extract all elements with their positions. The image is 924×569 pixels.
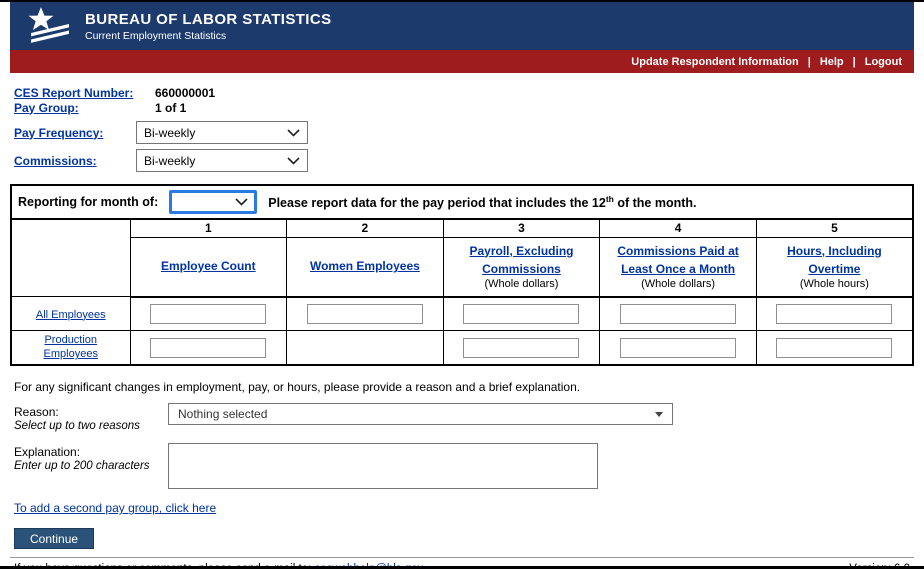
column-number-4: 4 [600,219,757,237]
pay-group-link[interactable]: Pay Group: [14,101,136,115]
explanation-hint: Enter up to 200 characters [14,460,168,472]
commissions-link[interactable]: Commissions: [14,154,136,168]
column-number-3: 3 [443,219,600,237]
nav-separator: | [808,56,811,68]
pay-frequency-select[interactable]: Bi-weekly [136,121,308,144]
all-employees-commissions-input[interactable] [620,304,736,324]
bls-header: BUREAU OF LABOR STATISTICS Current Emplo… [10,2,914,50]
ces-report-number-row: CES Report Number: 660000001 [14,85,910,100]
table-corner-cell [11,219,130,297]
footer-text: If you have questions or comments, pleas… [14,563,311,569]
help-link[interactable]: Help [820,56,844,68]
app-title: BUREAU OF LABOR STATISTICS [85,11,332,28]
production-employees-link[interactable]: Production Employees [30,333,112,362]
explanation-labels: Explanation: Enter up to 200 characters [14,443,168,472]
footer-help-text: If you have questions or comments, pleas… [14,563,423,569]
utility-nav: Update Respondent Information | Help | L… [10,50,914,73]
reporting-month-select[interactable] [169,190,257,214]
column-number-2: 2 [287,219,444,237]
chevron-down-icon [287,157,300,165]
column-header-commissions[interactable]: Commissions Paid at Least Once a Month [617,244,738,276]
commissions-row: Commissions: Bi-weekly [14,149,910,172]
instruction-suffix: of the month. [614,196,697,210]
app-subtitle: Current Employment Statistics [85,30,332,42]
help-email-link[interactable]: ceswebhelp@bls.gov [314,563,423,569]
all-employees-hours-input[interactable] [776,304,892,324]
column-numbers-row: 1 2 3 4 5 [11,219,913,237]
column-header-payroll[interactable]: Payroll, Excluding Commissions [469,244,573,276]
all-employees-row: All Employees [11,297,913,331]
production-employees-row: Production Employees [11,331,913,366]
production-employees-women-employees-empty-cell [287,331,444,366]
chevron-down-icon [287,129,300,137]
column-header-employee-count[interactable]: Employee Count [161,259,256,273]
page-footer: If you have questions or comments, pleas… [10,557,914,569]
continue-button[interactable]: Continue [14,528,94,549]
all-employees-payroll-input[interactable] [463,304,579,324]
production-employees-payroll-input[interactable] [463,338,579,358]
production-employees-commissions-input[interactable] [620,338,736,358]
column-note-commissions: (Whole dollars) [606,278,750,291]
employment-report-table: Reporting for month of: Please report da… [10,184,914,366]
production-employees-employee-count-input[interactable] [150,338,266,358]
reason-field-row: Reason: Select up to two reasons Nothing… [14,403,914,432]
reason-hint: Select up to two reasons [14,420,168,432]
all-employees-link[interactable]: All Employees [36,308,106,322]
report-info: CES Report Number: 660000001 Pay Group: … [10,73,914,172]
chevron-down-icon [235,198,248,206]
column-headers-row: Employee Count Women Employees Payroll, … [11,237,913,297]
bls-logo [26,6,72,46]
instruction-superscript: th [606,194,614,204]
reason-labels: Reason: Select up to two reasons [14,403,168,432]
commissions-value: Bi-weekly [144,154,195,168]
column-number-1: 1 [130,219,287,237]
bls-logo-icon [26,6,72,46]
column-header-hours[interactable]: Hours, Including Overtime [787,244,882,276]
reporting-month-label: Reporting for month of: [18,195,158,209]
ces-report-number-link[interactable]: CES Report Number: [14,86,136,100]
reason-label: Reason: [14,405,168,419]
explanation-field-row: Explanation: Enter up to 200 characters [14,443,914,489]
reporting-instruction: Please report data for the pay period th… [268,194,696,210]
reason-select[interactable]: Nothing selected [168,403,673,425]
add-pay-group-link[interactable]: To add a second pay group, click here [14,501,216,515]
all-employees-women-employees-input[interactable] [307,304,423,324]
instruction-prefix: Please report data for the pay period th… [268,196,606,210]
pay-frequency-value: Bi-weekly [144,126,195,140]
column-header-women-employees[interactable]: Women Employees [310,259,420,273]
pay-group-row: Pay Group: 1 of 1 [14,100,910,115]
nav-separator: | [853,56,856,68]
ces-report-number-value: 660000001 [136,86,215,100]
explanation-label: Explanation: [14,445,168,459]
production-employees-hours-input[interactable] [776,338,892,358]
commissions-select[interactable]: Bi-weekly [136,149,308,172]
explanation-textarea[interactable] [168,443,598,489]
changes-instruction: For any significant changes in employmen… [14,380,914,394]
pay-frequency-row: Pay Frequency: Bi-weekly [14,121,910,144]
update-respondent-link[interactable]: Update Respondent Information [631,56,798,68]
reason-selected-value: Nothing selected [178,407,267,421]
pay-group-value: 1 of 1 [136,101,186,115]
reporting-month-row: Reporting for month of: Please report da… [11,185,913,219]
dropdown-arrow-icon [655,412,663,417]
masthead-text: BUREAU OF LABOR STATISTICS Current Emplo… [85,11,332,42]
browser-viewport: BUREAU OF LABOR STATISTICS Current Emplo… [0,0,924,569]
column-note-hours: (Whole hours) [763,278,906,291]
column-note-payroll: (Whole dollars) [450,278,594,291]
column-number-5: 5 [756,219,913,237]
all-employees-employee-count-input[interactable] [150,304,266,324]
version-label: Version: 6.0 [849,563,910,569]
pay-frequency-link[interactable]: Pay Frequency: [14,126,136,140]
logout-link[interactable]: Logout [865,56,902,68]
page: BUREAU OF LABOR STATISTICS Current Emplo… [10,2,914,569]
